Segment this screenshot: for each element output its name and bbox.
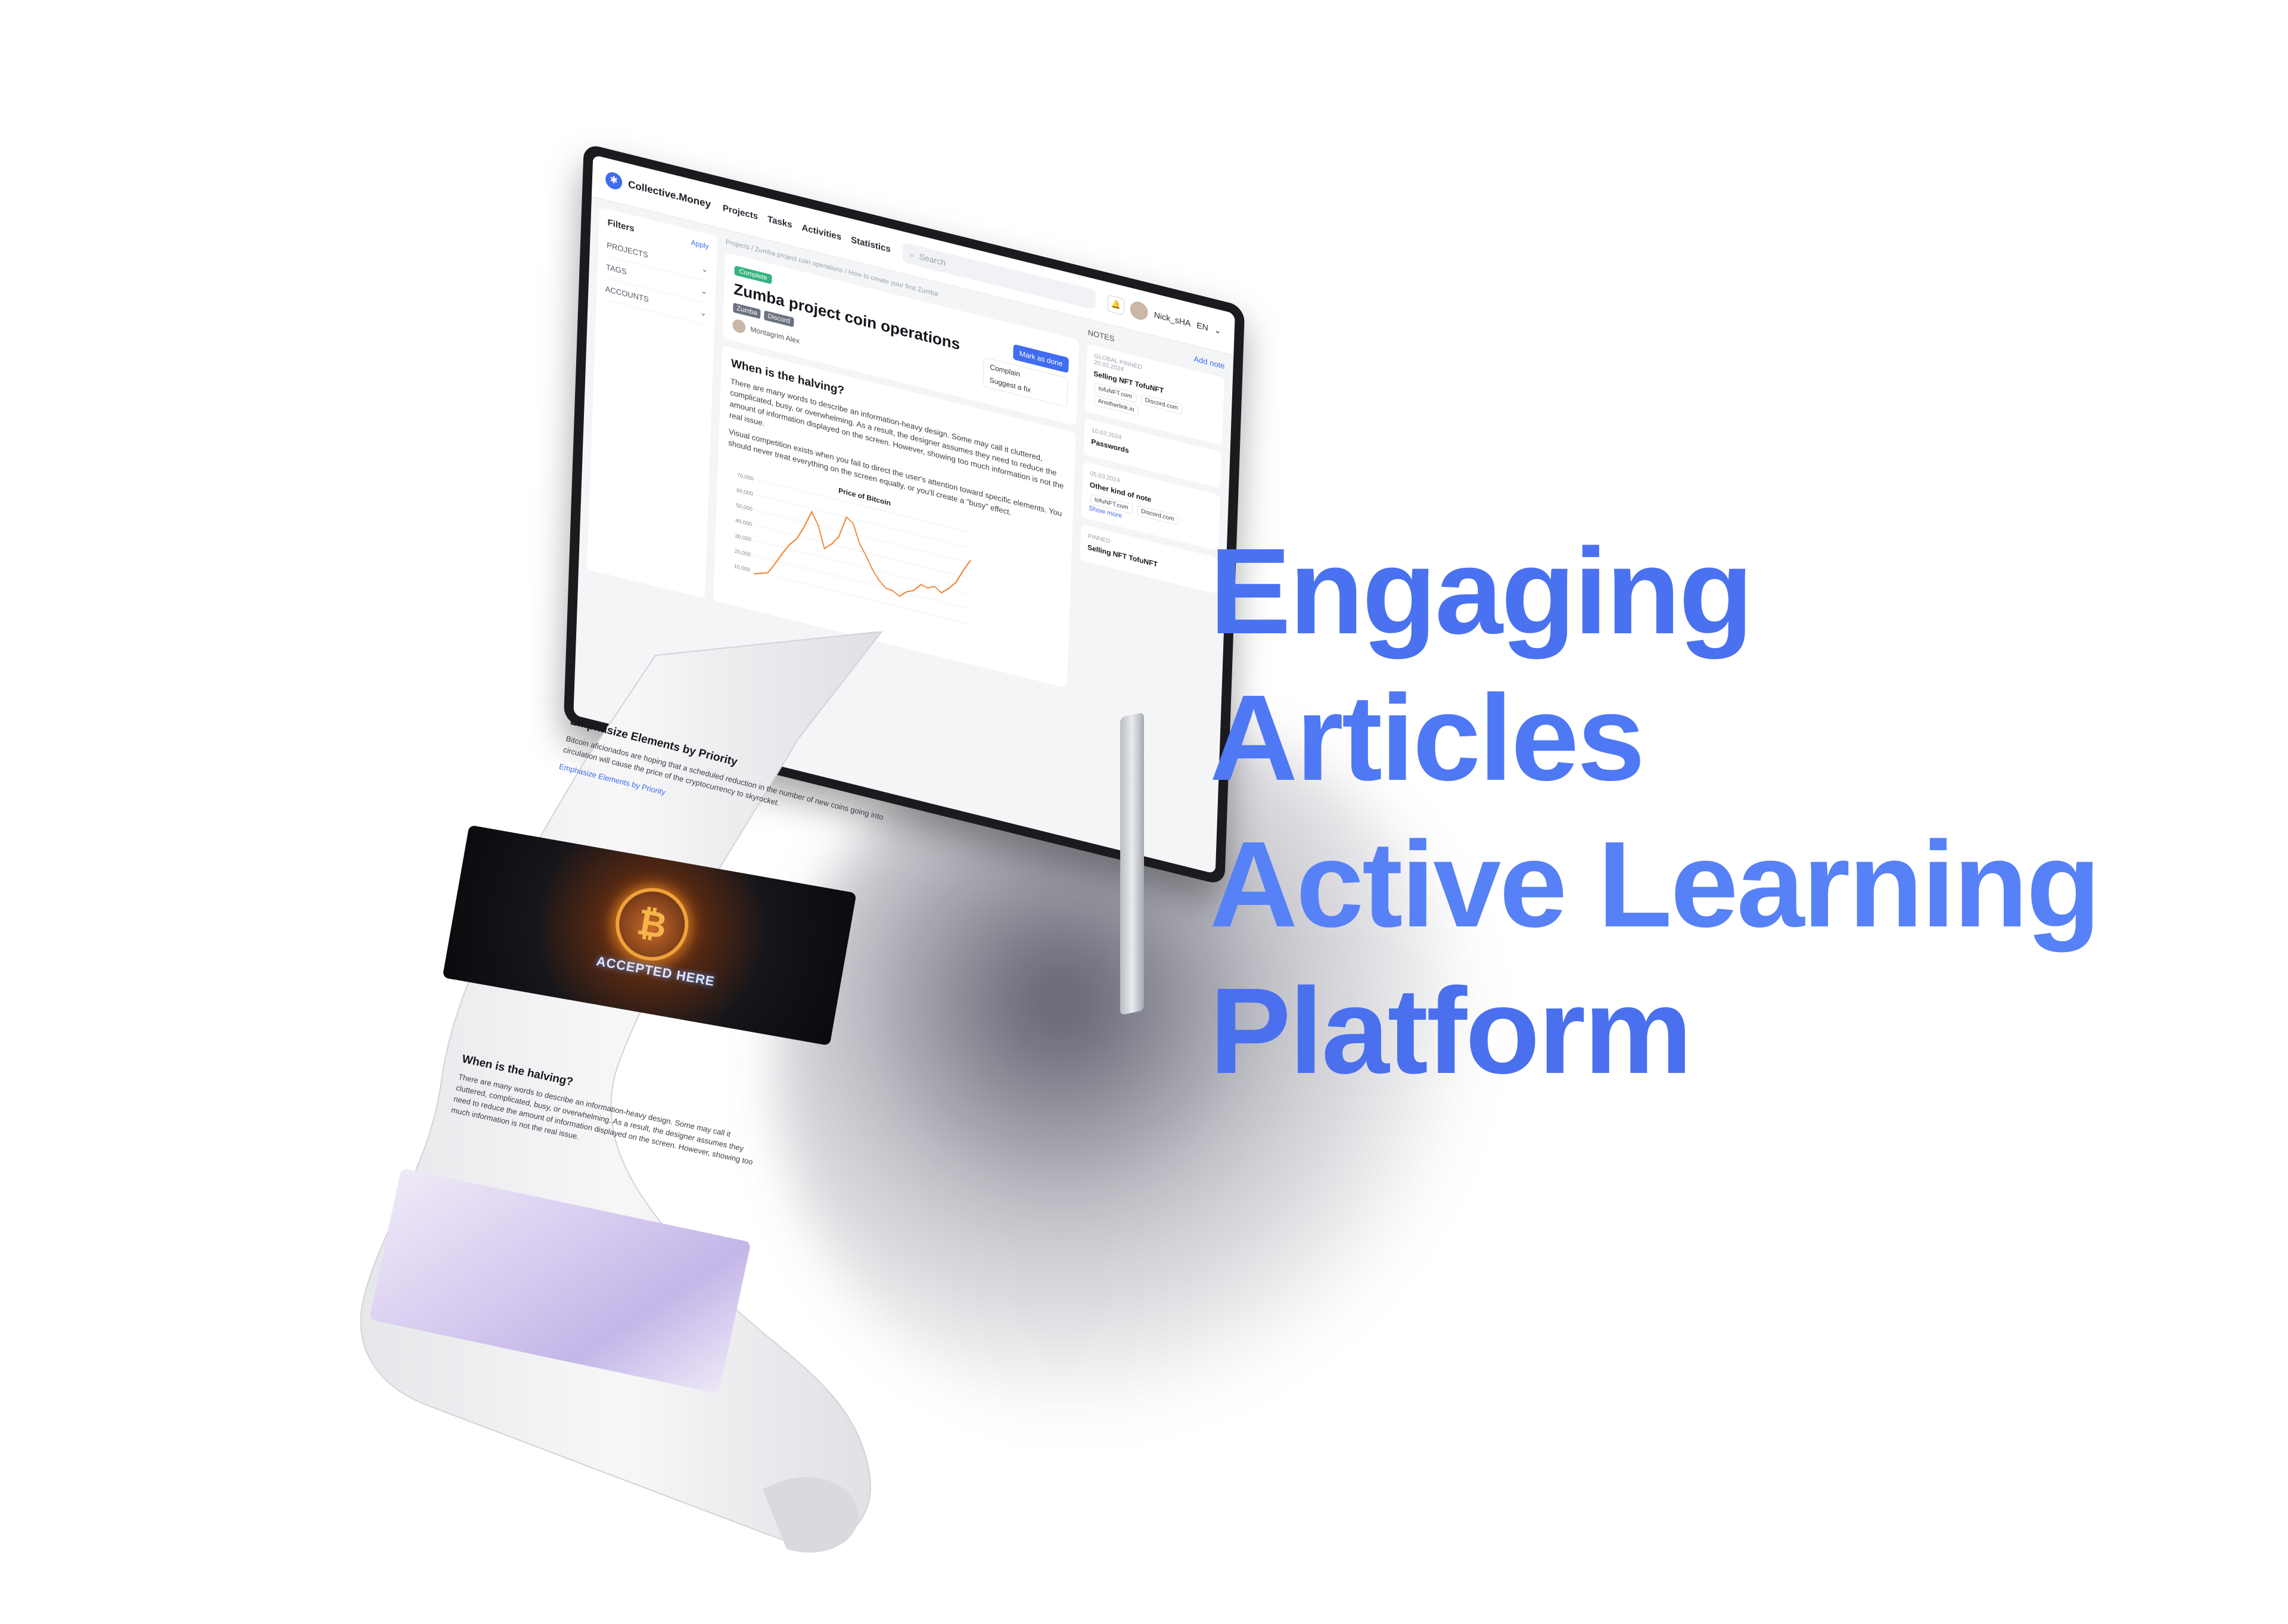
y-tick-label: 60,000 (736, 487, 753, 497)
y-tick-label: 70,000 (737, 472, 754, 482)
filter-label: PROJECTS (607, 240, 648, 260)
notes-title: NOTES (1087, 328, 1115, 344)
headline-line-2: Articles (1210, 670, 1645, 806)
search-placeholder: Search (919, 251, 946, 268)
tag[interactable]: Zumba (733, 303, 761, 319)
filters-panel: Filters Apply PROJECTS ⌄ TAGS ⌄ ACCOUNTS… (587, 207, 718, 599)
filters-title: Filters (607, 217, 635, 234)
chevron-down-icon: ⌄ (1214, 324, 1221, 336)
add-note-button[interactable]: Add note (1193, 354, 1225, 371)
user-name: Nick_sHA (1154, 309, 1191, 329)
y-tick-label: 50,000 (736, 502, 753, 512)
laptop-base-edge (1120, 712, 1144, 1016)
logo-text: Collective.Money (627, 178, 711, 210)
y-tick-label: 30,000 (735, 533, 751, 543)
chart-title: Price of Bitcoin (838, 486, 891, 507)
bitcoin-icon: ₿ (610, 882, 694, 967)
gridline (755, 525, 970, 579)
chevron-down-icon: ⌄ (700, 285, 708, 297)
price-line (753, 510, 971, 598)
gridline (756, 494, 971, 549)
apply-filters-button[interactable]: Apply (691, 238, 709, 253)
avatar (1130, 300, 1149, 322)
filter-label: TAGS (605, 262, 627, 276)
headline-line-3: Active Learning (1210, 816, 2101, 953)
filter-label: ACCOUNTS (605, 284, 649, 304)
y-tick-label: 10,000 (734, 563, 751, 573)
author-name: Montagrim Alex (750, 325, 800, 346)
logo-icon: ✱ (605, 170, 623, 191)
search-icon: ⌕ (909, 248, 915, 260)
tag[interactable]: Discord (764, 310, 794, 328)
y-tick-label: 20,000 (734, 548, 751, 558)
gridline (754, 555, 969, 609)
gridline (756, 509, 971, 564)
nav-projects[interactable]: Projects (723, 203, 758, 222)
chevron-down-icon: ⌄ (700, 307, 707, 318)
article-main: Projects / Zumba project coin operations… (713, 238, 1080, 689)
avatar (732, 318, 746, 335)
gridline (754, 570, 969, 624)
language-select[interactable]: EN (1196, 321, 1208, 333)
nav-activities[interactable]: Activities (801, 222, 841, 242)
headline-line-4: Platform (1210, 963, 1693, 1099)
headline-line-1: Engaging (1210, 523, 1754, 659)
hero-headline: Engaging Articles Active Learning Platfo… (1210, 518, 2101, 1105)
notes-panel: NOTES Add note GLOBAL PINNED 20.03.2024 … (1075, 328, 1225, 724)
chevron-down-icon: ⌄ (701, 263, 708, 275)
nav-statistics[interactable]: Statistics (851, 235, 891, 254)
notification-icon[interactable]: 🔔 (1107, 294, 1125, 316)
paper-scroll: Emphasize Elements by Priority Bitcoin a… (203, 631, 894, 1561)
y-tick-label: 40,000 (735, 518, 752, 528)
nav-tasks[interactable]: Tasks (767, 214, 792, 230)
